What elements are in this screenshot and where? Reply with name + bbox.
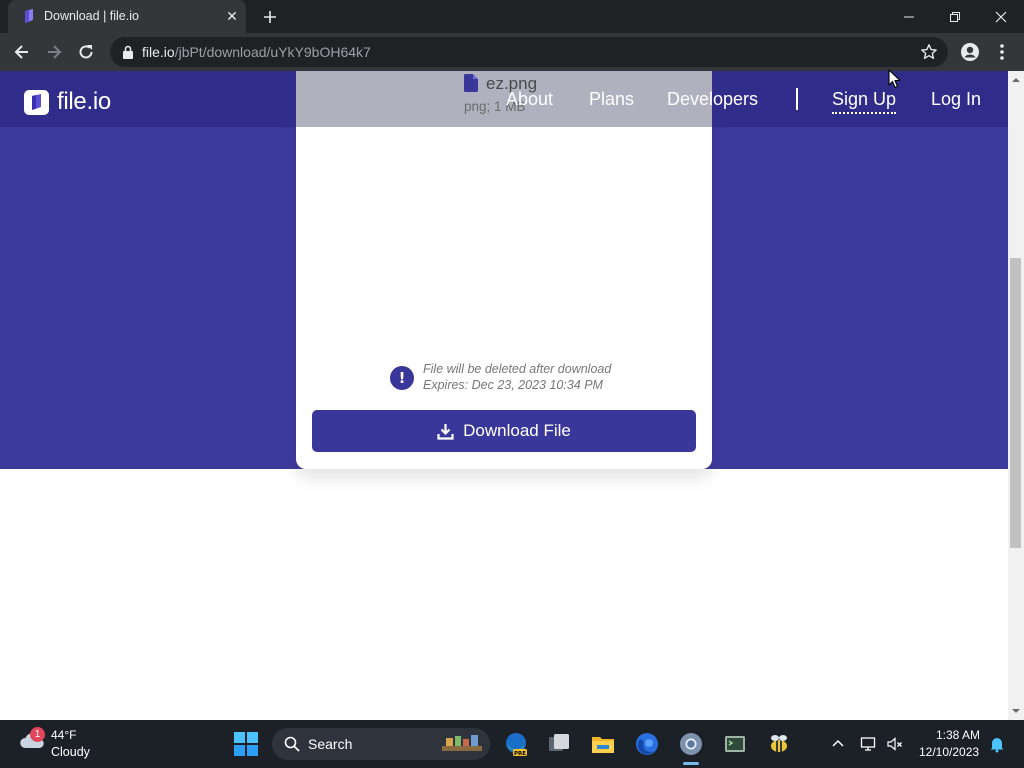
- windows-start-icon[interactable]: [234, 732, 258, 756]
- tray-chevron-up-icon[interactable]: [829, 735, 847, 753]
- bookmark-star-icon[interactable]: [920, 43, 938, 61]
- tab-title: Download | file.io: [44, 9, 139, 23]
- forward-arrow-icon[interactable]: [44, 42, 64, 62]
- address-bar[interactable]: file.io/jbPt/download/uYkY9bOH64k7: [110, 37, 948, 67]
- clock-date[interactable]: 12/10/2023: [919, 745, 979, 759]
- fileio-logo-icon: [24, 89, 49, 115]
- expiry-notice: Expires: Dec 23, 2023 10:34 PM: [423, 378, 603, 392]
- chrome-icon[interactable]: [675, 728, 707, 760]
- lock-icon[interactable]: [122, 45, 134, 59]
- weather-description: Cloudy: [51, 745, 90, 759]
- search-label: Search: [308, 736, 353, 752]
- taskbar-search[interactable]: Search: [272, 728, 490, 760]
- download-file-button[interactable]: Download File: [312, 410, 696, 452]
- edge-dev-app-icon[interactable]: PRE: [500, 728, 532, 760]
- terminal-app-icon[interactable]: [719, 728, 751, 760]
- tab-close-icon[interactable]: ✕: [224, 8, 240, 24]
- reload-icon[interactable]: [76, 42, 96, 62]
- weather-alert-badge: 1: [30, 727, 45, 742]
- search-icon: [284, 736, 300, 752]
- windows-taskbar: 44°F Cloudy Search PRE 1:38 AM 12/10/202…: [0, 720, 1024, 768]
- browser-toolbar: file.io/jbPt/download/uYkY9bOH64k7: [0, 33, 1024, 71]
- bee-app-icon[interactable]: [763, 728, 795, 760]
- nav-developers[interactable]: Developers: [667, 89, 758, 110]
- firefox-icon[interactable]: [631, 728, 663, 760]
- browser-titlebar: Download | file.io ✕: [0, 0, 1024, 33]
- nav-signup[interactable]: Sign Up: [832, 89, 897, 114]
- minimize-icon[interactable]: [886, 0, 932, 33]
- back-arrow-icon[interactable]: [12, 42, 32, 62]
- browser-menu-icon[interactable]: [994, 42, 1010, 62]
- url-text: file.io/jbPt/download/uYkY9bOH64k7: [142, 44, 371, 60]
- download-icon: [437, 423, 454, 440]
- fileio-favicon-icon: [25, 9, 33, 23]
- mouse-cursor-icon: [888, 69, 901, 89]
- task-view-icon[interactable]: [543, 728, 575, 760]
- search-highlight-icon: [442, 735, 482, 751]
- nav-login[interactable]: Log In: [931, 89, 981, 110]
- network-display-icon[interactable]: [860, 735, 878, 753]
- volume-muted-icon[interactable]: [886, 735, 904, 753]
- file-icon: [464, 74, 478, 92]
- weather-temperature: 44°F: [51, 728, 77, 742]
- active-app-indicator: [683, 762, 699, 765]
- browser-tab[interactable]: Download | file.io ✕: [8, 0, 246, 33]
- download-button-label: Download File: [463, 421, 571, 440]
- nav-plans[interactable]: Plans: [589, 89, 634, 110]
- close-window-icon[interactable]: [978, 0, 1024, 33]
- page-viewport: file.io ez.png png; 1 MB About Plans Dev…: [0, 71, 1008, 720]
- scroll-down-icon[interactable]: [1011, 706, 1021, 716]
- delete-notice: File will be deleted after download: [423, 362, 612, 376]
- scrollbar-thumb[interactable]: [1010, 258, 1021, 548]
- notification-bell-icon[interactable]: [988, 735, 1006, 753]
- svg-text:PRE: PRE: [514, 751, 526, 757]
- clock-time[interactable]: 1:38 AM: [936, 728, 980, 742]
- restore-icon[interactable]: [932, 0, 978, 33]
- profile-avatar-icon[interactable]: [960, 42, 980, 62]
- nav-divider: [796, 88, 798, 110]
- new-tab-icon[interactable]: [260, 7, 280, 27]
- nav-about[interactable]: About: [506, 89, 553, 110]
- scroll-up-icon[interactable]: [1011, 75, 1021, 85]
- logo-text: file.io: [57, 88, 111, 115]
- site-logo[interactable]: file.io: [24, 88, 111, 116]
- info-exclamation-icon: !: [390, 366, 414, 390]
- file-explorer-icon[interactable]: [587, 728, 619, 760]
